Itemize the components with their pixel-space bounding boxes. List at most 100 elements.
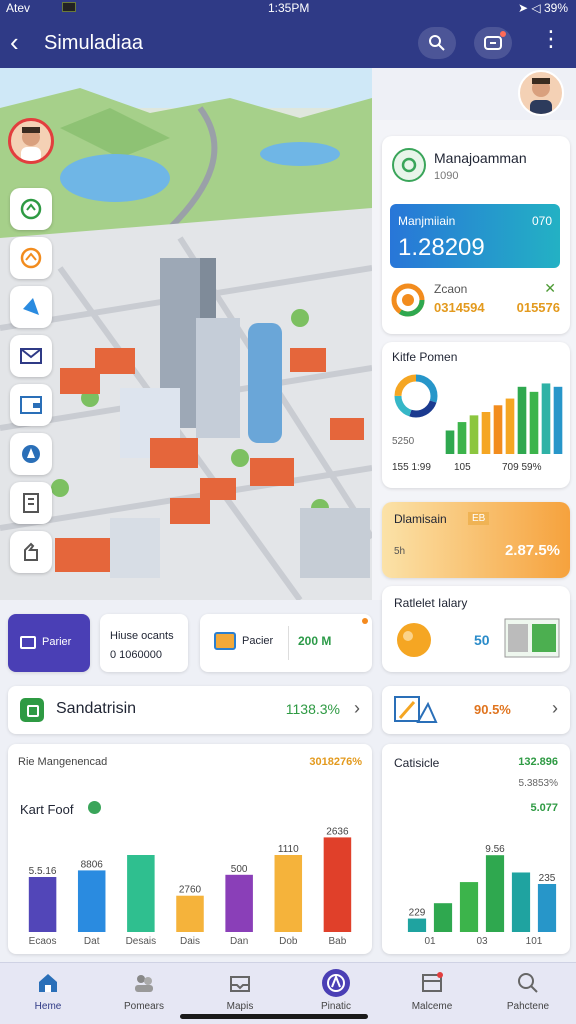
chart-bar (127, 855, 155, 932)
progress-ring-icon (391, 283, 425, 317)
tool-energy[interactable] (10, 237, 52, 279)
tool-build[interactable] (10, 188, 52, 230)
bar-chart (445, 383, 563, 454)
dimension-card[interactable]: Dlamisain EB 5h 2.87.5% (382, 502, 570, 578)
chart-bar (323, 837, 352, 932)
chart-bar (445, 430, 455, 454)
primary-action-label: Parier (42, 636, 72, 648)
battery-label: ➤ ◁ 39% (518, 1, 568, 15)
dimension-tag: EB (468, 512, 490, 525)
nav-item-home[interactable]: Heme (0, 963, 96, 1024)
tool-wallet[interactable] (10, 384, 52, 426)
compass-icon (327, 974, 345, 992)
nav-label: Mapis (226, 1001, 254, 1012)
user-avatar[interactable] (518, 70, 564, 116)
clock-label: 1:35PM (268, 1, 310, 15)
app-notification-icon (62, 2, 76, 12)
house-counts-card[interactable]: Hiuse ocants 0 1060000 (100, 614, 188, 672)
carrier-label: Atev (6, 1, 31, 15)
media-card[interactable]: Pacier 200 M (200, 614, 372, 672)
chart-bar (493, 405, 503, 454)
nav-label: Pinatic (320, 1001, 351, 1012)
tool-shape[interactable] (10, 286, 52, 328)
media-value: 200 M (298, 634, 332, 648)
bar-data-label: 2760 (179, 885, 202, 896)
nav-item-people[interactable]: Pomears (96, 963, 192, 1024)
chart-bar (457, 422, 467, 454)
chart-title: Kitfe Pomen (392, 350, 458, 364)
player-avatar[interactable] (8, 118, 54, 164)
ring-label: Zcaon (434, 282, 468, 296)
shape-icon (23, 298, 39, 315)
tool-compass[interactable] (10, 433, 52, 475)
salary-title: Ratlelet Ialary (394, 596, 468, 610)
sandatrisin-label: Sandatrisin (56, 700, 137, 717)
ring-value: 0314594 (434, 300, 485, 315)
nav-label: Pahctene (506, 1001, 550, 1012)
chart-bar (541, 383, 551, 454)
ring-right-value: 015576 (516, 300, 560, 315)
primary-action-button[interactable]: Parier (8, 614, 90, 672)
management-chart-card[interactable]: Rie Mangenencad 3018276% Kart Foof 5.5.1… (8, 744, 372, 954)
x-tick-label: Dan (230, 936, 248, 946)
city-map[interactable] (0, 68, 372, 600)
house-counts-label: Hiuse ocants (110, 630, 174, 642)
dimension-value: 2.87.5% (504, 542, 560, 559)
chart-bar (537, 884, 557, 932)
performance-chart-card[interactable]: Kitfe Pomen 5250 155 1:99 105 709 59% (382, 342, 570, 488)
chart-bar (274, 855, 303, 932)
bar-data-label: 8806 (81, 859, 104, 870)
tool-pointer[interactable] (10, 531, 52, 573)
notifications-button[interactable] (474, 27, 512, 59)
message-icon (484, 36, 502, 50)
sandatrisin-row[interactable]: Sandatrisin 1138.3% › (8, 686, 372, 734)
chart-bar (553, 386, 563, 454)
dimension-title: Dlamisain (394, 512, 447, 526)
status-dot (362, 618, 368, 624)
chevron-right-icon: › (552, 698, 558, 718)
chart-bar (433, 903, 453, 932)
compass-icon (22, 445, 40, 463)
splash-icon (397, 623, 431, 657)
nav-label: Pomears (123, 1001, 164, 1012)
footer-value-2: 105 (454, 462, 471, 473)
building-icon (23, 493, 39, 513)
chart-side-value: 5250 (392, 436, 415, 447)
recycle-icon (20, 198, 42, 220)
tool-building[interactable] (10, 482, 52, 524)
media-label: Pacier (242, 635, 274, 647)
home-indicator (180, 1014, 368, 1019)
bar-data-label: 500 (231, 864, 248, 875)
back-arrow-icon[interactable]: ‹ (10, 28, 19, 56)
chart-bar (459, 882, 479, 932)
app-bar: ‹ Simuladiaa ⋮ (0, 18, 576, 68)
statistics-value-1: 132.896 (518, 756, 558, 768)
map-illustration (0, 68, 372, 600)
x-tick-label: Ecaos (29, 936, 57, 946)
battery-percent: 39% (543, 1, 568, 15)
chart-bar (517, 386, 527, 454)
tools-button[interactable] (418, 27, 456, 59)
divider (288, 626, 289, 660)
page-title: Simuladiaa (44, 32, 143, 54)
spreadsheet-icon (504, 618, 560, 658)
chart-bar (77, 870, 106, 932)
statistics-card[interactable]: Catisicle 132.896 5.3853% 5.077 229 9.56 2… (382, 744, 570, 954)
nav-item-search[interactable]: Pahctene (480, 963, 576, 1024)
bar-data-label: 235 (539, 873, 556, 884)
map-toolbar (10, 188, 54, 580)
progress-row[interactable]: 90.5% › (382, 686, 570, 734)
nav-item-window[interactable]: Malceme (384, 963, 480, 1024)
nav-label: Malceme (411, 1001, 453, 1012)
statistics-value-2: 5.3853% (518, 778, 558, 789)
salary-card[interactable]: Ratlelet Ialary 50 (382, 586, 570, 672)
x-tick-label: 101 (526, 936, 543, 946)
energy-icon (20, 247, 42, 269)
management-subtitle: 1090 (434, 170, 459, 182)
management-chart-value: 3018276% (309, 756, 362, 768)
balance-panel: Manjmiiain 070 1.28209 (390, 204, 560, 268)
more-menu-icon[interactable]: ⋮ (540, 28, 562, 50)
tool-mail[interactable] (10, 335, 52, 377)
management-card[interactable]: Manajoamman 1090 Manjmiiain 070 1.28209 … (382, 136, 570, 334)
progress-value: 90.5% (474, 702, 511, 717)
